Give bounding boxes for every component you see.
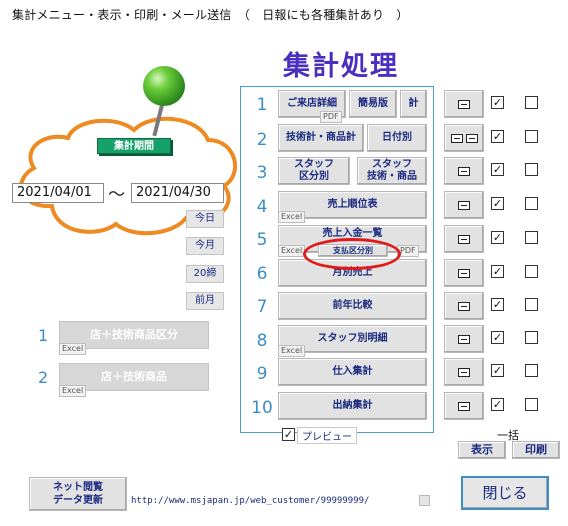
preview-checkbox[interactable]: ✓ (282, 428, 295, 441)
envelope-icon (458, 166, 470, 176)
display-checkbox[interactable]: ✓ (491, 298, 504, 311)
by-date-button[interactable]: 日付別 (367, 124, 427, 152)
print-checkbox[interactable] (525, 130, 538, 143)
left-menu-number: 1 (38, 326, 49, 345)
print-checkbox[interactable] (525, 265, 538, 278)
row-number: 8 (256, 331, 268, 351)
mail-button[interactable] (444, 325, 484, 353)
excel-tag: Excel (278, 345, 306, 357)
print-checkbox[interactable] (525, 298, 538, 311)
close-button[interactable]: 閉じる (461, 476, 549, 510)
display-checkbox[interactable]: ✓ (491, 96, 504, 109)
row-number: 10 (251, 398, 273, 418)
print-checkbox[interactable] (525, 364, 538, 377)
print-checkbox[interactable] (525, 96, 538, 109)
pdf-tag: PDF (320, 111, 342, 123)
display-checkbox[interactable]: ✓ (491, 265, 504, 278)
excel-tag: Excel (59, 343, 87, 355)
row-number: 9 (256, 364, 268, 384)
row-number: 6 (256, 264, 268, 284)
year-comparison-button[interactable]: 前年比較 (278, 292, 427, 320)
row-number: 1 (256, 95, 268, 115)
mail-button[interactable] (444, 157, 484, 185)
row-number: 3 (256, 163, 268, 183)
envelope-icon (458, 234, 470, 244)
mail-button[interactable] (444, 191, 484, 219)
envelope-icon (458, 200, 470, 210)
print-checkbox[interactable] (525, 398, 538, 411)
end-date-field[interactable]: 2021/04/30 (131, 183, 224, 203)
mail-button[interactable] (444, 259, 484, 287)
this-month-button[interactable]: 今月 (186, 237, 224, 255)
last-month-button[interactable]: 前月 (186, 292, 224, 310)
envelope-icon (458, 99, 470, 109)
row-number: 5 (256, 230, 268, 250)
page-title: 集計処理 (283, 51, 399, 82)
total-button[interactable]: 計 (400, 90, 427, 118)
window-title: 集計メニュー・表示・印刷・メール送信 （ 日報にも各種集計あり ） (12, 8, 409, 22)
print-checkbox[interactable] (525, 231, 538, 244)
customer-url-link[interactable]: http://www.msjapan.jp/web_customer/99999… (131, 496, 369, 506)
tech-product-total-button[interactable]: 技術計・商品計 (278, 124, 364, 152)
left-menu-number: 2 (38, 368, 49, 387)
print-checkbox[interactable] (525, 331, 538, 344)
display-checkbox[interactable]: ✓ (491, 130, 504, 143)
start-date-field[interactable]: 2021/04/01 (12, 183, 104, 203)
envelope-icon (458, 367, 470, 377)
excel-tag: Excel (59, 385, 87, 397)
highlight-ellipse (303, 238, 401, 270)
display-checkbox[interactable]: ✓ (491, 163, 504, 176)
today-button[interactable]: 今日 (186, 210, 224, 228)
envelope-icon (458, 301, 470, 311)
net-view-update-button[interactable]: ネット閲覧 データ更新 (29, 477, 127, 511)
period-label: 集計期間 (97, 138, 171, 154)
bulk-print-button[interactable]: 印刷 (512, 441, 560, 459)
staff-tech-product-button[interactable]: スタッフ 技術・商品 (357, 157, 427, 185)
display-checkbox[interactable]: ✓ (491, 364, 504, 377)
close-20th-button[interactable]: 20締 (186, 265, 224, 283)
row-number: 2 (256, 130, 268, 150)
display-checkbox[interactable]: ✓ (491, 197, 504, 210)
display-checkbox[interactable]: ✓ (491, 398, 504, 411)
simple-version-button[interactable]: 簡易版 (349, 90, 397, 118)
row-number: 7 (256, 297, 268, 317)
mail-button[interactable] (444, 358, 484, 386)
print-checkbox[interactable] (525, 197, 538, 210)
mail-button[interactable] (444, 292, 484, 320)
url-extra-button[interactable] (419, 495, 430, 506)
mail-button[interactable] (444, 124, 484, 152)
display-checkbox[interactable]: ✓ (491, 331, 504, 344)
print-checkbox[interactable] (525, 163, 538, 176)
staff-category-button[interactable]: スタッフ 区分別 (278, 157, 350, 185)
envelope-icon (465, 133, 478, 143)
row-number: 4 (256, 197, 268, 217)
envelope-icon (458, 268, 470, 278)
bulk-show-button[interactable]: 表示 (458, 441, 506, 459)
excel-tag: Excel (278, 211, 306, 223)
purchase-total-button[interactable]: 仕入集計 (278, 358, 427, 386)
envelope-icon (458, 334, 470, 344)
pushpin-icon (143, 66, 185, 106)
envelope-icon (450, 133, 463, 143)
excel-tag: Excel (278, 245, 306, 257)
mail-button[interactable] (444, 225, 484, 253)
preview-label: プレビュー (297, 427, 357, 444)
cash-ledger-button[interactable]: 出納集計 (278, 392, 427, 420)
display-checkbox[interactable]: ✓ (491, 231, 504, 244)
mail-button[interactable] (444, 90, 484, 118)
date-separator: 〜 (108, 185, 125, 205)
envelope-icon (458, 401, 470, 411)
mail-button[interactable] (444, 392, 484, 420)
